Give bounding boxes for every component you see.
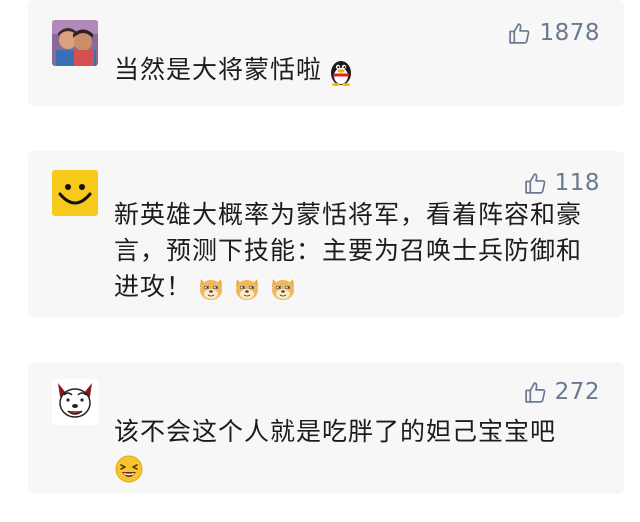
comment-text: 当然是大将蒙恬啦 <box>114 55 323 84</box>
comment-card: 1878 当然是大将蒙恬啦 <box>28 0 624 106</box>
like-button[interactable]: 272 <box>523 379 600 405</box>
like-button[interactable]: 118 <box>523 170 600 196</box>
like-count: 1878 <box>539 20 600 46</box>
doge-emoji <box>196 273 226 303</box>
like-count: 118 <box>554 170 600 196</box>
doge-emoji <box>268 273 298 303</box>
comment-text-block: 该不会这个人就是吃胖了的妲己宝宝吧 <box>114 414 584 486</box>
like-button[interactable]: 1878 <box>507 20 600 46</box>
thumbs-up-icon <box>524 172 545 194</box>
thumbs-up-icon <box>524 381 545 403</box>
comment-text-block: 新英雄大概率为蒙恬将军，看着阵容和豪言，预测下技能：主要为召唤士兵防御和进攻！ <box>114 197 584 305</box>
comment-text: 新英雄大概率为蒙恬将军，看着阵容和豪言，预测下技能：主要为召唤士兵防御和进攻！ <box>114 200 583 301</box>
laughing-emoji <box>114 454 144 484</box>
comment-text: 该不会这个人就是吃胖了的妲己宝宝吧 <box>114 417 557 446</box>
comment-text-block: 当然是大将蒙恬啦 <box>114 52 584 88</box>
doge-emoji <box>232 273 262 303</box>
comment-card: 272 该不会这个人就是吃胖了的妲己宝宝吧 <box>28 362 624 494</box>
comment-card: 118 新英雄大概率为蒙恬将军，看着阵容和豪言，预测下技能：主要为召唤士兵防御和… <box>28 151 624 317</box>
thumbs-up-icon <box>509 22 530 44</box>
user-avatar[interactable] <box>52 170 98 216</box>
qq-penguin-emoji <box>326 56 356 86</box>
user-avatar[interactable] <box>52 379 98 425</box>
user-avatar[interactable] <box>52 20 98 66</box>
like-count: 272 <box>554 379 600 405</box>
